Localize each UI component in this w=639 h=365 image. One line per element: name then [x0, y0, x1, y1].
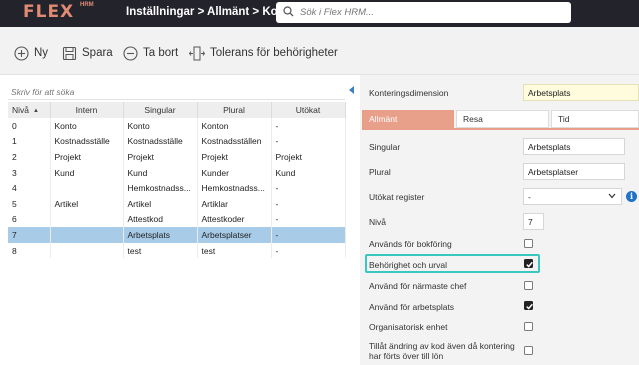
extended-register-label: Utökat register: [369, 192, 425, 202]
checkbox-label-manager: Använd för närmaste chef: [369, 281, 467, 291]
column-header-plural[interactable]: Plural: [197, 102, 272, 118]
tolerance-button-label: Tolerans för behörigheter: [210, 47, 338, 59]
column-header-niva[interactable]: Nivå ▲: [8, 102, 51, 118]
singular-label: Singular: [369, 142, 401, 152]
collapse-panel-icon[interactable]: [349, 86, 354, 94]
chevron-down-icon: [608, 193, 616, 199]
checkbox-label-allow-change: Tillåt ändring av kod även då kontering …: [369, 341, 515, 361]
table-row[interactable]: 2 Projekt Projekt Projekt Projekt: [8, 149, 346, 165]
tab-underline: [362, 128, 639, 130]
save-button-label: Spara: [82, 47, 113, 59]
table-row[interactable]: 1 Kostnadsställe Kostnadsställe Kostnadsstä…: [8, 133, 346, 150]
column-header-intern[interactable]: Intern: [50, 102, 124, 118]
list-filter-input[interactable]: [8, 84, 345, 100]
dimension-label: Konteringsdimension: [369, 88, 449, 98]
tab-allmant[interactable]: Allmänt: [362, 110, 454, 128]
checkbox-label-bookkeeping: Används för bokföring: [369, 239, 452, 249]
dimension-table: Nivå ▲ Intern Singular Plural Utökat 0 Kon…: [8, 102, 346, 259]
detail-tabs: Allmänt Resa Tid: [362, 110, 639, 128]
tolerance-button[interactable]: Tolerans för behörigheter: [189, 43, 338, 63]
table-row[interactable]: 4 Hemkostnadss... Hemkostnadss... -: [8, 180, 346, 196]
plural-label: Plural: [369, 167, 391, 177]
level-label: Nivå: [369, 217, 387, 227]
save-button[interactable]: Spara: [62, 43, 113, 63]
checkbox-org-unit[interactable]: [524, 322, 533, 331]
info-icon[interactable]: i: [626, 191, 637, 202]
level-field[interactable]: 7: [523, 213, 544, 230]
table-row[interactable]: 3 Kund Kund Kunder Kund: [8, 164, 346, 181]
table-row-selected[interactable]: 7 Arbetsplats Arbetsplatser -: [8, 227, 346, 243]
dimension-list-panel: Nivå▲ Intern Singular Plural Utökat 0Kon…: [8, 84, 346, 365]
toolbar: Ny Spara Ta bort Tolerans för behörighet…: [0, 27, 639, 75]
search-input[interactable]: [300, 4, 560, 21]
extended-register-select[interactable]: -: [523, 188, 622, 205]
column-header-singular[interactable]: Singular: [123, 102, 198, 118]
table-header: Nivå ▲ Intern Singular Plural Utökat: [8, 102, 346, 118]
global-search[interactable]: [276, 2, 571, 23]
table-row[interactable]: 0 Konto Konto Konton -: [8, 118, 346, 134]
tab-tid[interactable]: Tid: [551, 110, 639, 128]
minus-circle-icon: [123, 45, 138, 61]
save-icon: [62, 46, 77, 60]
checkbox-label-org-unit: Organisatorisk enhet: [369, 322, 448, 332]
singular-field[interactable]: Arbetsplats: [523, 138, 625, 155]
table-row[interactable]: 8 test test -: [8, 242, 346, 259]
extended-register-value: -: [528, 192, 531, 202]
checkbox-label-workplace: Använd för arbetsplats: [369, 302, 455, 312]
delete-button-label: Ta bort: [143, 47, 179, 59]
sort-ascending-icon: ▲: [33, 107, 39, 114]
checkbox-allow-change[interactable]: [524, 346, 533, 355]
plus-circle-icon: [14, 45, 29, 61]
search-icon: [283, 6, 294, 17]
column-resize-icon: [189, 46, 205, 60]
table-row[interactable]: 5 Artikel Artikel Artiklar -: [8, 195, 346, 212]
checkbox-bookkeeping[interactable]: [524, 239, 533, 248]
checkbox-workplace[interactable]: [524, 301, 533, 310]
new-button-label: Ny: [34, 47, 49, 59]
checkbox-manager[interactable]: [524, 281, 533, 290]
logo-subtitle: HRM: [80, 2, 94, 8]
table-row[interactable]: 6 Attestkod Attestkoder -: [8, 211, 346, 228]
column-header-utokat[interactable]: Utökat: [271, 102, 346, 118]
tab-resa[interactable]: Resa: [456, 110, 549, 128]
checkmark-icon: [526, 303, 533, 310]
highlight-box: [365, 254, 540, 273]
top-bar: FLEX HRM Inställningar > Allmänt > Kont.…: [0, 0, 639, 27]
plural-field[interactable]: Arbetsplatser: [523, 163, 625, 180]
dimension-field[interactable]: Arbetsplats: [523, 84, 639, 101]
table-body: 0 Konto Konto Konton - 1 Kostnadsställe Kostna…: [8, 118, 346, 259]
new-button[interactable]: Ny: [14, 43, 48, 63]
breadcrumb[interactable]: Inställningar > Allmänt > Kont...: [126, 6, 298, 18]
logo[interactable]: FLEX: [23, 2, 74, 22]
delete-button[interactable]: Ta bort: [123, 43, 178, 63]
